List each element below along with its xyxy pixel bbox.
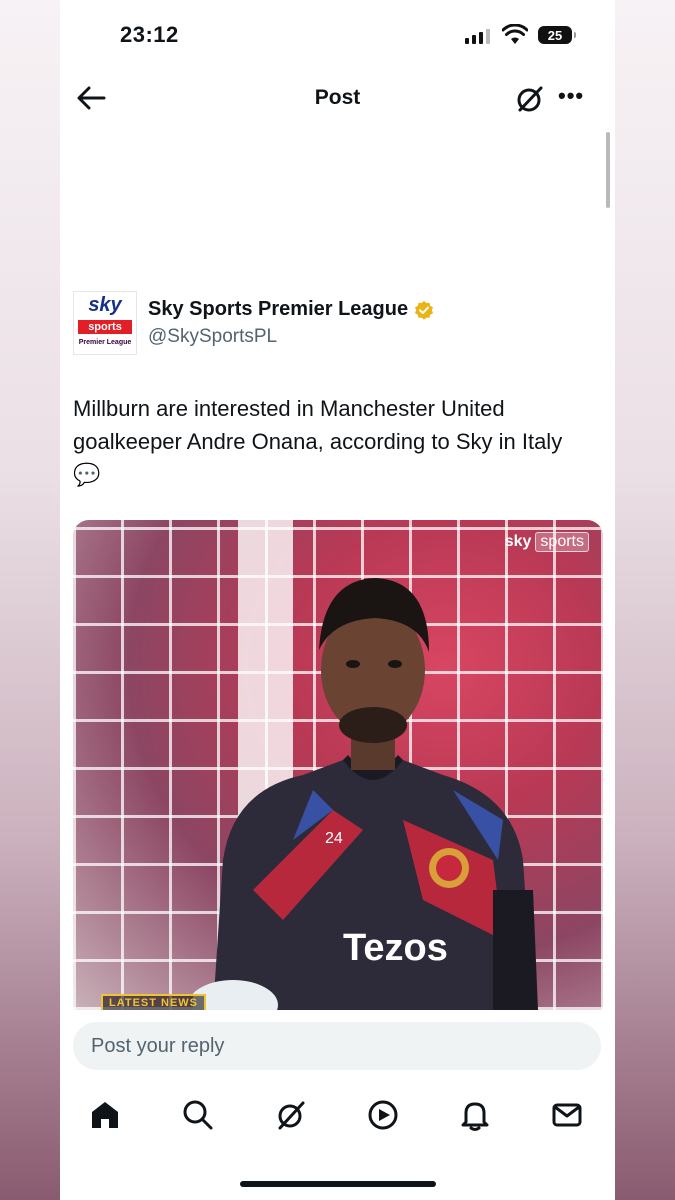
messages-icon[interactable] — [550, 1098, 584, 1132]
sky-logo-text: sky — [504, 533, 532, 550]
avatar[interactable]: sky sports Premier League — [73, 291, 137, 355]
status-time: 23:12 — [120, 22, 179, 47]
home-icon[interactable] — [88, 1098, 122, 1132]
sponsor-text: Tezos — [343, 927, 448, 969]
battery-icon: 25 — [538, 26, 576, 44]
reply-input[interactable]: Post your reply — [73, 1022, 601, 1070]
shirt-number: 24 — [325, 830, 343, 847]
video-icon[interactable] — [366, 1098, 400, 1132]
author-name[interactable]: Sky Sports Premier League — [148, 298, 408, 321]
reply-bar: Post your reply — [60, 1010, 615, 1080]
author-name-row[interactable]: Sky Sports Premier League — [148, 298, 434, 321]
more-options-icon[interactable]: ••• — [558, 82, 590, 114]
avatar-league-text: Premier League — [78, 339, 132, 346]
signal-icon — [465, 28, 490, 44]
author-handle[interactable]: @SkySportsPL — [148, 326, 277, 348]
verified-badge-icon — [415, 300, 434, 320]
bottom-nav — [60, 1084, 615, 1148]
player-figure: 24 Tezos — [193, 578, 538, 1010]
post-image[interactable]: sky sports 24 Tezos LATEST NEWS — [73, 520, 603, 1010]
latest-news-badge: LATEST NEWS — [101, 994, 207, 1010]
phone-screen: 23:12 25 Post ••• sky sports Premier Lea… — [60, 0, 615, 1200]
avatar-sky-text: sky — [88, 294, 122, 316]
status-bar: 23:12 25 — [60, 0, 615, 70]
grok-icon[interactable] — [274, 1098, 308, 1132]
search-icon[interactable] — [181, 1098, 215, 1132]
home-indicator[interactable] — [240, 1181, 436, 1187]
post-text: Millburn are interested in Manchester Un… — [73, 396, 563, 487]
scrollbar[interactable] — [606, 132, 610, 208]
sky-sports-logo: sky sports — [505, 532, 589, 552]
avatar-sports-text: sports — [78, 320, 132, 334]
top-nav: Post ••• — [60, 72, 615, 124]
wifi-icon — [502, 24, 528, 44]
grok-icon[interactable] — [515, 84, 545, 114]
sports-logo-text: sports — [535, 532, 589, 552]
notifications-icon[interactable] — [458, 1098, 492, 1132]
